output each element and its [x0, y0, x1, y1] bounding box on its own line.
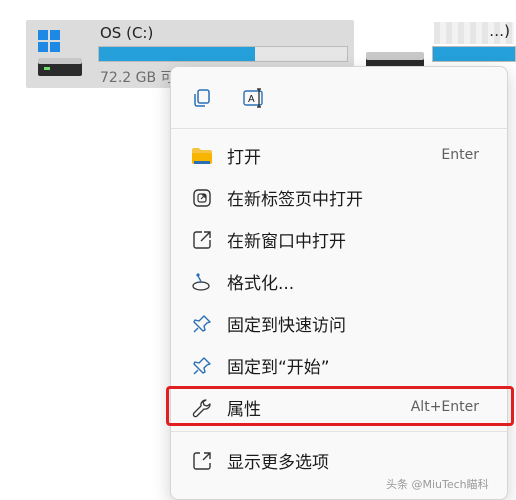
open-new-tab-icon — [191, 187, 213, 209]
copy-button[interactable] — [189, 85, 215, 111]
menu-separator — [171, 431, 507, 432]
drive-c-usage-bar — [98, 46, 348, 62]
menu-item-show-more-options[interactable]: 显示更多选项 — [179, 440, 499, 480]
drive-c-usage-fill — [99, 47, 256, 61]
drive-c-name: OS (C:) — [100, 24, 154, 42]
watermark: 头条 @MiuTech瞄科 — [386, 478, 489, 491]
menu-item-open[interactable]: 打开 Enter — [179, 135, 499, 175]
svg-text:A: A — [248, 94, 255, 105]
menu-item-label: 在新窗口中打开 — [227, 231, 346, 252]
open-new-window-icon — [191, 229, 213, 251]
menu-item-label: 固定到快速访问 — [227, 315, 346, 336]
drive-2-name-blurred: …) — [434, 22, 514, 44]
pin-icon — [191, 313, 213, 335]
menu-item-label: 显示更多选项 — [227, 452, 329, 473]
rename-icon: A — [243, 88, 263, 108]
menu-item-format[interactable]: 格式化... — [179, 261, 499, 301]
menu-item-shortcut: Enter — [441, 147, 479, 163]
rename-button[interactable]: A — [241, 85, 267, 111]
menu-separator — [171, 128, 507, 129]
copy-icon — [194, 89, 210, 107]
pin-icon — [191, 355, 213, 377]
folder-icon — [191, 145, 213, 167]
menu-item-label: 打开 — [227, 147, 261, 168]
drive-windows-icon — [38, 30, 82, 76]
drive-c-free-space: 72.2 GB 可 — [100, 70, 175, 86]
quick-actions-row: A — [171, 67, 507, 127]
menu-item-pin-quick-access[interactable]: 固定到快速访问 — [179, 303, 499, 343]
drive-2-usage-bar — [432, 46, 516, 62]
drive-2-usage-fill — [433, 47, 515, 61]
menu-item-label: 固定到“开始” — [227, 357, 330, 378]
menu-item-open-new-window[interactable]: 在新窗口中打开 — [179, 219, 499, 259]
more-options-icon — [191, 450, 213, 472]
menu-item-label: 格式化... — [227, 273, 295, 294]
drive-2-name: …) — [489, 22, 510, 40]
format-icon — [191, 271, 213, 293]
highlight-box — [166, 386, 514, 426]
context-menu: A 打开 Enter 在新标签页中打开 在新窗口中打开 格式化... 固定到快速… — [170, 66, 508, 500]
menu-item-label: 在新标签页中打开 — [227, 189, 363, 210]
menu-item-open-new-tab[interactable]: 在新标签页中打开 — [179, 177, 499, 217]
menu-item-pin-start[interactable]: 固定到“开始” — [179, 345, 499, 385]
